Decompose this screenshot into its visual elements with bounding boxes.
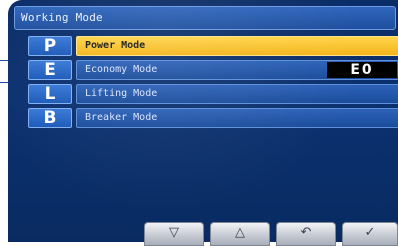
back-button[interactable]: ↶ bbox=[276, 222, 336, 246]
mode-label-lifting: Lifting Mode bbox=[85, 88, 158, 99]
mode-letter-p: P bbox=[28, 36, 72, 56]
mode-letter-l: L bbox=[28, 84, 72, 104]
display-frame: Working Mode P Power Mode E Economy Mode… bbox=[0, 0, 398, 246]
mode-letter-b: B bbox=[28, 108, 72, 128]
down-arrow-icon: ▽ bbox=[169, 225, 179, 240]
economy-level-value: E0 bbox=[327, 62, 397, 78]
mode-label-breaker: Breaker Mode bbox=[85, 112, 158, 123]
checkmark-icon: ✓ bbox=[364, 225, 376, 240]
screen-title: Working Mode bbox=[21, 11, 103, 24]
mode-letter-e: E bbox=[28, 60, 72, 80]
scroll-down-button[interactable]: ▽ bbox=[144, 222, 204, 246]
mode-bar-economy[interactable]: Economy Mode E0 bbox=[76, 60, 398, 80]
mode-bar-lifting[interactable]: Lifting Mode bbox=[76, 84, 398, 104]
mode-bar-power[interactable]: Power Mode bbox=[76, 36, 398, 56]
lcd-screen: Working Mode P Power Mode E Economy Mode… bbox=[8, 0, 398, 242]
up-arrow-icon: △ bbox=[235, 225, 245, 240]
scroll-up-button[interactable]: △ bbox=[210, 222, 270, 246]
confirm-button[interactable]: ✓ bbox=[342, 222, 398, 246]
mode-label-economy: Economy Mode bbox=[85, 64, 158, 75]
title-bar: Working Mode bbox=[14, 6, 396, 30]
return-arrow-icon: ↶ bbox=[300, 225, 312, 240]
mode-bar-breaker[interactable]: Breaker Mode bbox=[76, 108, 398, 128]
mode-label-power: Power Mode bbox=[85, 40, 146, 51]
